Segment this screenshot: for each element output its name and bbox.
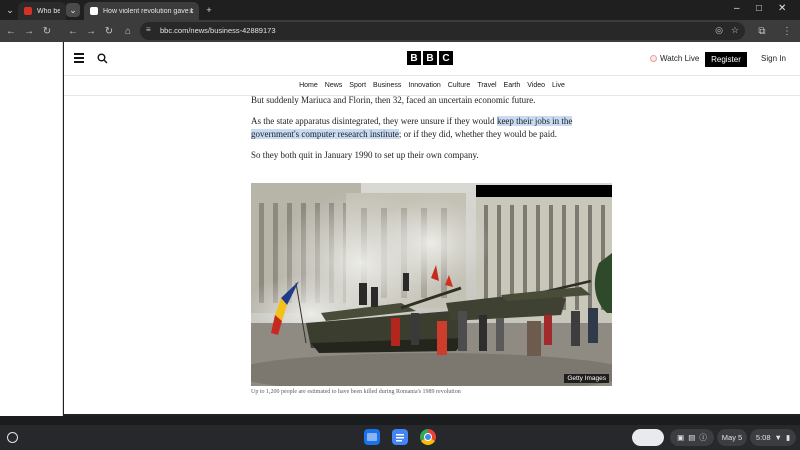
nav-culture[interactable]: Culture bbox=[448, 82, 471, 89]
nav-home[interactable]: Home bbox=[299, 82, 318, 89]
article-paragraph: So they both quit in January 1990 to set… bbox=[251, 150, 479, 160]
new-tab-button[interactable]: + bbox=[202, 3, 216, 17]
url-text[interactable]: bbc.com/news/business-42889173 bbox=[160, 26, 276, 35]
article-photo: Getty Images bbox=[251, 183, 612, 386]
tab-group-chevron-icon[interactable]: ⌄ bbox=[66, 3, 80, 17]
back-icon[interactable]: ← bbox=[4, 24, 18, 38]
chrome-app-icon[interactable] bbox=[420, 429, 436, 445]
clipboard-icon: ▤ bbox=[688, 433, 696, 442]
nav-innovation[interactable]: Innovation bbox=[408, 82, 440, 89]
tab-search-icon[interactable]: ⌄ bbox=[3, 3, 17, 17]
reload-icon[interactable]: ↻ bbox=[102, 24, 116, 38]
tab-bbc-article[interactable]: How violent revolution gave b × bbox=[84, 2, 199, 20]
nav-earth[interactable]: Earth bbox=[504, 82, 521, 89]
tab-who-believed[interactable]: Who belie bbox=[18, 2, 66, 20]
maximize-icon[interactable]: □ bbox=[756, 3, 762, 14]
article-paragraph: But suddenly Mariuca and Florin, then 32… bbox=[251, 95, 536, 105]
holding-space-icon[interactable] bbox=[632, 429, 664, 446]
browser-toolbar: ← → ↻ ← → ↻ ⌂ ≡ bbc.com/news/business-42… bbox=[0, 20, 800, 42]
bookmark-star-icon[interactable]: ☆ bbox=[731, 25, 739, 36]
info-icon: ⓘ bbox=[699, 433, 707, 442]
forward-icon[interactable]: → bbox=[84, 24, 98, 38]
address-bar[interactable]: ≡ bbc.com/news/business-42889173 ◎ ☆ bbox=[140, 22, 745, 40]
nav-live[interactable]: Live bbox=[552, 82, 565, 89]
hamburger-menu-icon[interactable] bbox=[74, 53, 84, 63]
sign-in-link[interactable]: Sign In bbox=[761, 54, 786, 63]
bbc-favicon-icon bbox=[90, 7, 98, 15]
close-tab-icon[interactable]: × bbox=[189, 6, 194, 16]
status-tray[interactable]: 5:08 ▼ ▮ bbox=[750, 429, 796, 446]
tab-strip: ⌄ Who belie ⌄ How violent revolution gav… bbox=[0, 0, 800, 20]
site-info-icon[interactable]: ≡ bbox=[146, 25, 156, 35]
close-window-icon[interactable]: ✕ bbox=[778, 3, 786, 14]
nav-travel[interactable]: Travel bbox=[477, 82, 496, 89]
register-button[interactable]: Register bbox=[705, 52, 747, 67]
nav-business[interactable]: Business bbox=[373, 82, 401, 89]
web-page: B B C Watch Live Register Sign In Home N… bbox=[64, 42, 800, 414]
watch-live-link[interactable]: Watch Live bbox=[650, 54, 699, 63]
reload-icon[interactable]: ↻ bbox=[40, 24, 54, 38]
menu-kebab-icon[interactable]: ⋮ bbox=[780, 24, 794, 38]
bbc-logo[interactable]: B B C bbox=[407, 51, 453, 65]
shelf-divider bbox=[0, 416, 800, 425]
docs-app-icon[interactable] bbox=[392, 429, 408, 445]
battery-icon: ▮ bbox=[785, 433, 791, 442]
image-caption: Up to 1,200 people are estimated to have… bbox=[251, 389, 461, 395]
chromeos-shelf: ▣ ▤ ⓘ May 5 5:08 ▼ ▮ bbox=[0, 425, 800, 450]
files-app-icon[interactable] bbox=[364, 429, 380, 445]
eye-off-icon[interactable]: ◎ bbox=[715, 25, 723, 36]
nav-video[interactable]: Video bbox=[527, 82, 545, 89]
launcher-icon[interactable] bbox=[7, 432, 18, 443]
bbc-header: B B C Watch Live Register Sign In bbox=[64, 42, 800, 76]
back-icon[interactable]: ← bbox=[66, 24, 80, 38]
search-icon[interactable] bbox=[97, 53, 108, 64]
left-blank-panel bbox=[0, 42, 63, 416]
tray-icons[interactable]: ▣ ▤ ⓘ bbox=[670, 429, 714, 446]
extensions-icon[interactable]: ⧉ bbox=[755, 24, 769, 38]
image-credit: Getty Images bbox=[564, 374, 609, 383]
wifi-icon: ▼ bbox=[774, 433, 782, 442]
live-dot-icon bbox=[650, 55, 657, 62]
screenshot-icon: ▣ bbox=[677, 433, 685, 442]
nav-news[interactable]: News bbox=[325, 82, 343, 89]
bbc-nav: Home News Sport Business Innovation Cult… bbox=[64, 76, 800, 96]
minimize-icon[interactable]: – bbox=[734, 3, 740, 14]
home-icon[interactable]: ⌂ bbox=[121, 24, 135, 38]
article-paragraph: As the state apparatus disintegrated, th… bbox=[251, 116, 573, 139]
nav-sport[interactable]: Sport bbox=[349, 82, 366, 89]
article-body: But suddenly Mariuca and Florin, then 32… bbox=[251, 94, 616, 170]
revolution-tanks-photo bbox=[251, 183, 612, 386]
forward-icon[interactable]: → bbox=[22, 24, 36, 38]
favicon-icon bbox=[24, 7, 32, 15]
date-tray[interactable]: May 5 bbox=[717, 429, 747, 446]
